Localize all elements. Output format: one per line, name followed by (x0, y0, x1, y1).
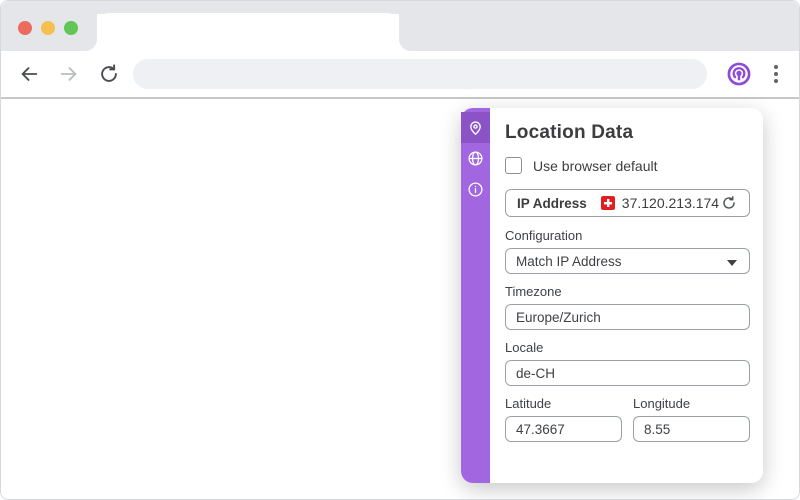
latitude-input[interactable] (505, 416, 622, 442)
timezone-input[interactable] (505, 304, 750, 330)
sidebar-item-browser-data[interactable] (461, 143, 490, 174)
browser-menu-button[interactable] (767, 61, 785, 87)
latitude-label: Latitude (505, 396, 552, 411)
swiss-flag-icon (600, 196, 615, 210)
reload-icon (101, 64, 117, 82)
longitude-input[interactable] (633, 416, 750, 442)
use-browser-default-label: Use browser default (533, 157, 658, 174)
back-arrow-icon (21, 67, 38, 81)
reload-button[interactable] (97, 62, 121, 86)
refresh-icon (723, 196, 735, 209)
use-browser-default-checkbox[interactable] (505, 157, 522, 174)
globe-icon (468, 151, 483, 166)
configuration-selected-value: Match IP Address (516, 253, 622, 269)
ip-address-value: 37.120.213.174 (621, 195, 720, 211)
popup-title: Location Data (505, 122, 634, 143)
window-controls (18, 21, 78, 35)
forward-arrow-icon (60, 67, 77, 81)
address-bar-input[interactable] (133, 59, 707, 89)
use-browser-default-checkbox-row[interactable]: Use browser default (505, 157, 750, 174)
longitude-label: Longitude (633, 396, 691, 411)
close-window-button[interactable] (18, 21, 32, 35)
titlebar (1, 1, 799, 51)
location-spoof-extension-icon (727, 62, 751, 86)
page-content: Location Data Use browser default IP Add… (1, 99, 799, 499)
back-button[interactable] (17, 62, 41, 86)
timezone-label: Timezone (505, 284, 562, 299)
chevron-down-icon (727, 260, 737, 266)
sidebar-item-info[interactable] (461, 174, 490, 205)
configuration-label: Configuration (505, 228, 583, 243)
minimize-window-button[interactable] (41, 21, 55, 35)
ip-address-label: IP Address (517, 195, 587, 211)
info-icon (468, 182, 483, 197)
lat-lng-row: Latitude Longitude (505, 386, 750, 442)
maximize-window-button[interactable] (64, 21, 78, 35)
ip-address-row[interactable]: IP Address 37.120.213.174 (505, 189, 750, 217)
browser-toolbar (1, 51, 799, 99)
titlebar-right-section (399, 1, 799, 51)
popup-main-panel: Location Data Use browser default IP Add… (490, 108, 763, 483)
browser-tab[interactable] (97, 13, 399, 51)
sidebar-item-location[interactable] (461, 112, 490, 143)
forward-button[interactable] (57, 62, 81, 86)
browser-window: Location Data Use browser default IP Add… (0, 0, 800, 500)
ip-refresh-button[interactable] (720, 194, 738, 212)
popup-sidebar (461, 108, 490, 483)
extension-popup: Location Data Use browser default IP Add… (461, 108, 763, 483)
locale-input[interactable] (505, 360, 750, 386)
locale-label: Locale (505, 340, 544, 355)
vytal-extension-icon[interactable] (725, 60, 753, 88)
location-pin-icon (470, 121, 481, 135)
configuration-dropdown[interactable]: Match IP Address (505, 248, 750, 274)
